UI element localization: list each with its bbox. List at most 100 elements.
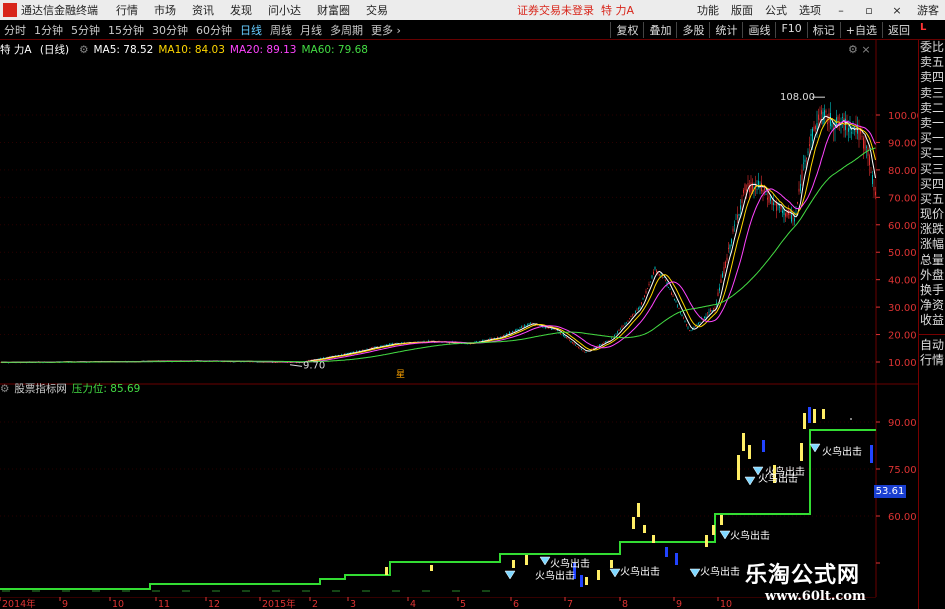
- candle-body: [605, 341, 606, 343]
- candle-body: [389, 343, 390, 345]
- tool-back[interactable]: 返回: [882, 21, 915, 38]
- menu-item-news[interactable]: 资讯: [192, 2, 214, 18]
- blue-signal-bar: [762, 440, 765, 452]
- candle-body: [863, 137, 864, 149]
- side-item[interactable]: 涨幅: [919, 237, 945, 252]
- menu-formula[interactable]: 公式: [765, 2, 787, 18]
- period-30min[interactable]: 30分钟: [152, 22, 188, 38]
- period-monthly[interactable]: 月线: [300, 22, 322, 38]
- diamond-icon: [609, 568, 621, 578]
- tool-stats[interactable]: 统计: [709, 21, 742, 38]
- candle-body: [597, 345, 599, 347]
- side-item[interactable]: 卖四: [919, 70, 945, 85]
- period-daily[interactable]: 日线: [240, 22, 262, 38]
- trade-login-notice[interactable]: 证券交易未登录 特 力A: [517, 2, 634, 18]
- side-item[interactable]: 外盘: [919, 268, 945, 283]
- period-multi[interactable]: 多周期: [330, 22, 363, 38]
- side-item[interactable]: 买五: [919, 192, 945, 207]
- side-item[interactable]: 总量: [919, 253, 945, 268]
- candle-body: [566, 337, 567, 339]
- side-item[interactable]: 涨跌: [919, 222, 945, 237]
- candle-body: [579, 348, 581, 350]
- candle-body: [654, 267, 656, 270]
- yellow-signal-bar: [430, 565, 433, 571]
- menu-item-trade[interactable]: 交易: [366, 2, 388, 18]
- menu-item-wealth[interactable]: 财富圈: [317, 2, 350, 18]
- period-60min[interactable]: 60分钟: [196, 22, 232, 38]
- side-item[interactable]: 卖二: [919, 101, 945, 116]
- candle-body: [867, 147, 869, 156]
- tool-draw[interactable]: 画线: [742, 21, 775, 38]
- blue-signal-bar: [870, 445, 873, 463]
- candle-body: [771, 200, 773, 205]
- close-icon[interactable]: ×: [889, 4, 905, 17]
- candle-body: [482, 340, 483, 341]
- candle-body: [735, 218, 737, 220]
- maximize-icon[interactable]: ▫: [861, 4, 877, 17]
- candle-body: [570, 340, 572, 342]
- period-1min[interactable]: 1分钟: [34, 22, 63, 38]
- side-item[interactable]: 买四: [919, 177, 945, 192]
- y-tick-label: 30.00: [888, 303, 917, 314]
- signal-label: 火鸟出击: [822, 445, 862, 458]
- menu-functions[interactable]: 功能: [697, 2, 719, 18]
- candle-body: [776, 202, 777, 211]
- period-weekly[interactable]: 周线: [270, 22, 292, 38]
- price-chart[interactable]: 100.00 90.00 80.00 70.00 60.00 50.00 40.00 30.0…: [0, 40, 918, 385]
- candle-body: [653, 271, 654, 275]
- candle-body: [525, 325, 527, 327]
- tool-mark[interactable]: 标记: [806, 21, 840, 38]
- candle-body: [813, 126, 815, 131]
- candle-body: [732, 228, 734, 232]
- side-item[interactable]: 收益: [919, 313, 945, 328]
- candle-body: [800, 183, 801, 191]
- side-item[interactable]: 卖三: [919, 86, 945, 101]
- candle-body: [773, 202, 774, 205]
- minimize-icon[interactable]: –: [833, 4, 849, 17]
- yellow-signal-bar: [720, 515, 723, 525]
- menu-item-discover[interactable]: 发现: [230, 2, 252, 18]
- side-item[interactable]: 卖五: [919, 55, 945, 70]
- tool-adjust[interactable]: 复权: [610, 21, 643, 38]
- candle-body: [837, 116, 839, 121]
- candle-body: [594, 347, 596, 349]
- period-5min[interactable]: 5分钟: [71, 22, 100, 38]
- menu-item-markets[interactable]: 市场: [154, 2, 176, 18]
- side-item[interactable]: 换手: [919, 283, 945, 298]
- tool-overlay[interactable]: 叠加: [643, 21, 676, 38]
- side-item[interactable]: 卖一: [919, 116, 945, 131]
- side-item[interactable]: 买一: [919, 131, 945, 146]
- candle-body: [728, 247, 729, 250]
- candle-body: [713, 308, 714, 310]
- period-more[interactable]: 更多 ›: [371, 22, 401, 38]
- tool-add-watchlist[interactable]: +自选: [839, 21, 882, 38]
- menu-item-market[interactable]: 行情: [116, 2, 138, 18]
- candle-body: [723, 267, 725, 274]
- candle-body: [663, 277, 665, 278]
- period-15min[interactable]: 15分钟: [108, 22, 144, 38]
- period-tick[interactable]: 分时: [4, 22, 26, 38]
- auto-quote-list: 自动 行情: [919, 338, 945, 368]
- candle-body: [629, 318, 630, 320]
- side-item-auto[interactable]: 行情: [919, 353, 945, 368]
- side-item[interactable]: 买三: [919, 162, 945, 177]
- side-item[interactable]: 买二: [919, 146, 945, 161]
- candle-body: [645, 290, 647, 294]
- candle-body: [366, 348, 368, 350]
- menu-layout[interactable]: 版面: [731, 2, 753, 18]
- candle-body: [633, 313, 635, 315]
- candle-body: [767, 197, 768, 200]
- side-item[interactable]: 现价: [919, 207, 945, 222]
- yellow-signal-bar: [385, 567, 388, 575]
- side-item-auto[interactable]: 自动: [919, 338, 945, 353]
- candle-body: [564, 336, 566, 338]
- menu-item-ask[interactable]: 问小达: [268, 2, 301, 18]
- tool-multistock[interactable]: 多股: [676, 21, 709, 38]
- guest-label[interactable]: 游客: [917, 2, 939, 18]
- yellow-signal-bar: [610, 560, 613, 568]
- side-item[interactable]: 净资: [919, 298, 945, 313]
- candle-body: [699, 322, 701, 323]
- side-item[interactable]: 委比: [919, 40, 945, 55]
- tool-f10[interactable]: F10: [775, 21, 806, 38]
- menu-options[interactable]: 选项: [799, 2, 821, 18]
